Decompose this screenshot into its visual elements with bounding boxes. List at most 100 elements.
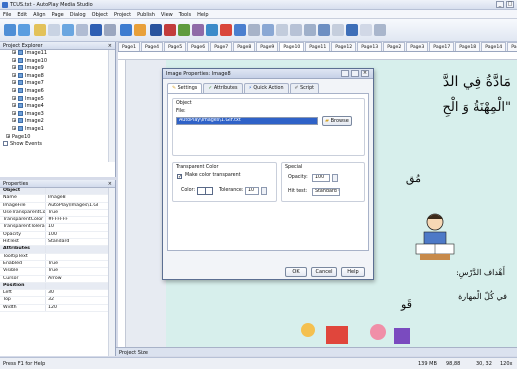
menu-align[interactable]: Align <box>30 10 49 18</box>
property-value[interactable]: True <box>45 268 108 275</box>
color-picker[interactable] <box>197 187 213 195</box>
menu-tools[interactable]: Tools <box>176 10 194 18</box>
explorer-scrollbar[interactable] <box>108 50 115 162</box>
property-value[interactable]: Image8 <box>45 195 108 202</box>
tree-item[interactable]: + Image7 <box>0 80 115 88</box>
tab-page3[interactable]: Page3 <box>406 42 429 51</box>
tree-item[interactable]: + Image10 <box>0 57 115 66</box>
select-icon[interactable] <box>360 24 372 36</box>
tab-attributes[interactable]: ✓ Attributes <box>203 83 243 93</box>
listbox-object-icon[interactable] <box>276 24 288 36</box>
property-value[interactable]: True <box>45 260 108 268</box>
property-value[interactable]: 30 <box>45 290 108 297</box>
copy-icon[interactable] <box>90 24 102 36</box>
minimize-button[interactable]: _ <box>496 1 504 8</box>
body-text-1[interactable]: مُق <box>406 172 421 185</box>
menu-edit[interactable]: Edit <box>14 10 30 18</box>
tab-page8[interactable]: Page8 <box>233 42 256 51</box>
menu-view[interactable]: View <box>158 10 176 18</box>
maximize-button[interactable]: □ <box>506 1 514 8</box>
property-row[interactable]: Name Image8 <box>0 195 108 203</box>
make-transparent-checkbox[interactable]: ✓ <box>177 174 182 180</box>
reading-child-illustration[interactable] <box>410 210 460 262</box>
tab-page13[interactable]: Page13 <box>357 42 383 51</box>
align-icon[interactable] <box>346 24 358 36</box>
body-text-2[interactable]: قَو <box>401 298 412 311</box>
tree-item[interactable]: + Image8 <box>0 72 115 81</box>
close-icon[interactable]: × <box>108 181 112 187</box>
tolerance-spinner[interactable] <box>261 187 267 195</box>
property-value[interactable] <box>45 246 108 253</box>
property-row[interactable]: Opacity 100 <box>0 231 108 240</box>
paste-icon[interactable] <box>104 24 116 36</box>
property-value[interactable]: 120 <box>45 304 108 312</box>
file-path-input[interactable]: AutoPlay\Images\1.GIF.txt <box>176 117 318 125</box>
property-row[interactable]: ImageFile AutoPlay\Images\1.GI <box>0 202 108 210</box>
tree-item[interactable]: + Image11 <box>0 50 115 58</box>
grid-object-icon[interactable] <box>332 24 344 36</box>
redo-icon[interactable] <box>18 24 30 36</box>
property-value[interactable] <box>45 282 108 290</box>
combobox-object-icon[interactable] <box>290 24 302 36</box>
image-object-icon[interactable] <box>178 24 190 36</box>
menu-page[interactable]: Page <box>49 10 67 18</box>
property-value[interactable]: 10 <box>45 224 108 231</box>
heading-text-1[interactable]: مَادَّةُ فِي الدَّ <box>443 74 511 90</box>
tab-page9[interactable]: Page9 <box>256 42 279 51</box>
property-value[interactable]: 100 <box>45 231 108 239</box>
opacity-input[interactable]: 100 <box>312 174 330 182</box>
menu-file[interactable]: File <box>0 10 14 18</box>
tree-item[interactable]: + Image9 <box>0 65 115 73</box>
preview-icon[interactable] <box>134 24 146 36</box>
tree-item[interactable]: + Image4 <box>0 103 115 111</box>
tree-item[interactable]: + Image6 <box>0 87 115 96</box>
hittest-select[interactable]: Standard ▾ <box>312 188 340 196</box>
tab-page7[interactable]: Page7 <box>210 42 233 51</box>
property-row[interactable]: Top 32 <box>0 297 108 305</box>
tab-quick-action[interactable]: ⚡ Quick Action <box>243 83 289 93</box>
tab-page[interactable]: Page <box>507 42 517 51</box>
line-tool-icon[interactable] <box>374 24 386 36</box>
hotspot-object-icon[interactable] <box>262 24 274 36</box>
tree-item[interactable]: + Image3 <box>0 110 115 119</box>
property-row[interactable]: TooltipText <box>0 253 108 261</box>
property-category[interactable]: Object <box>0 188 108 196</box>
property-value[interactable]: AutoPlay\Images\1.GI <box>45 202 108 209</box>
input-object-icon[interactable] <box>304 24 316 36</box>
tree-item[interactable]: + Image2 <box>0 118 115 126</box>
property-row[interactable]: Enabled True <box>0 260 108 269</box>
tab-page10[interactable]: Page10 <box>279 42 305 51</box>
save-icon[interactable] <box>62 24 74 36</box>
button-object-icon[interactable] <box>150 24 162 36</box>
tab-page1[interactable]: Page1 <box>118 42 141 51</box>
label-object-icon[interactable] <box>164 24 176 36</box>
opacity-spinner[interactable] <box>332 174 338 182</box>
heading-text-2[interactable]: "الْمِهْنَةُ وَ الْحِ <box>443 100 511 115</box>
skills-text[interactable]: في كُلّ الْمهارة <box>458 292 507 301</box>
page-icon[interactable] <box>120 24 132 36</box>
dialog-minimize-button[interactable] <box>341 70 349 77</box>
help-button[interactable]: Help <box>341 267 365 277</box>
dialog-maximize-button[interactable] <box>351 70 359 77</box>
browse-button[interactable]: ▰ Browse <box>322 116 352 126</box>
property-row[interactable]: Width 120 <box>0 304 108 313</box>
property-value[interactable]: #FFFFFF <box>45 217 108 224</box>
ok-button[interactable]: OK <box>285 267 307 277</box>
tab-page4[interactable]: Page4 <box>141 42 164 51</box>
tab-script[interactable]: ✐ Script <box>289 83 320 93</box>
property-value[interactable]: 32 <box>45 297 108 304</box>
tree-item-page[interactable]: + Page10 <box>0 133 115 142</box>
tree-object-icon[interactable] <box>318 24 330 36</box>
menu-object[interactable]: Object <box>89 10 111 18</box>
tab-page14[interactable]: Page14 <box>481 42 507 51</box>
paragraph-object-icon[interactable] <box>248 24 260 36</box>
menu-publish[interactable]: Publish <box>134 10 158 18</box>
open-icon[interactable] <box>48 24 60 36</box>
cancel-button[interactable]: Cancel <box>311 267 337 277</box>
tab-page11[interactable]: Page11 <box>305 42 331 51</box>
show-events-checkbox[interactable]: Show Events <box>0 141 115 149</box>
tab-page18[interactable]: Page18 <box>455 42 481 51</box>
tab-settings[interactable]: ✎ Settings <box>167 83 203 93</box>
tree-item[interactable]: + Image1 <box>0 125 115 134</box>
web-object-icon[interactable] <box>220 24 232 36</box>
